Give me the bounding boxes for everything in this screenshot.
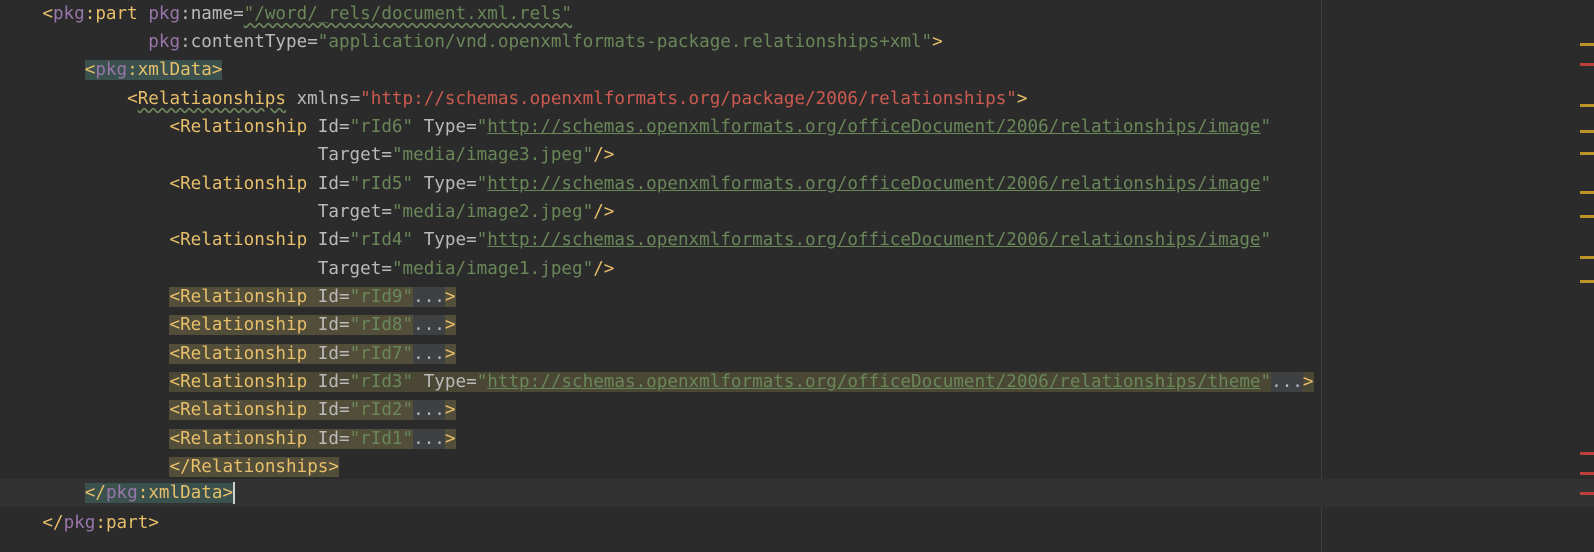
code-line-relationship-rid2-folded[interactable]: <Relationship Id="rId2"...> <box>0 396 456 424</box>
code-line-target-image1[interactable]: Target="media/image1.jpeg"/> <box>0 255 615 283</box>
code-line-content-type[interactable]: pkg:contentType="application/vnd.openxml… <box>0 28 942 56</box>
code-editor[interactable]: <pkg:part pkg:name="/word/_rels/document… <box>0 0 1594 552</box>
code-line-target-image3[interactable]: Target="media/image3.jpeg"/> <box>0 141 615 169</box>
error-marker[interactable] <box>1580 63 1594 66</box>
warning-marker[interactable] <box>1580 191 1594 194</box>
code-line-xmldata-close[interactable]: </pkg:xmlData> <box>0 479 236 507</box>
error-marker[interactable] <box>1580 472 1594 475</box>
type-url-link[interactable]: http://schemas.openxmlformats.org/office… <box>487 372 1260 392</box>
code-line-relationship-rid8-folded[interactable]: <Relationship Id="rId8"...> <box>0 311 456 339</box>
matched-tag-highlight: <pkg:xmlData> <box>84 60 223 80</box>
warning-marker[interactable] <box>1580 43 1594 46</box>
code-line-relationships-open[interactable]: <Relatiaonships xmlns="http://schemas.op… <box>0 85 1027 113</box>
warning-marker[interactable] <box>1580 215 1594 218</box>
warning-marker[interactable] <box>1580 130 1594 133</box>
folded-region-ellipsis[interactable]: ... <box>413 429 445 449</box>
warning-marker[interactable] <box>1580 256 1594 259</box>
folded-region-ellipsis[interactable]: ... <box>413 400 445 420</box>
type-url-link[interactable]: http://schemas.openxmlformats.org/office… <box>487 174 1260 194</box>
code-line-relationship-rid9-folded[interactable]: <Relationship Id="rId9"...> <box>0 283 456 311</box>
current-line-highlight <box>0 479 1594 508</box>
folded-region-ellipsis[interactable]: ... <box>1271 372 1303 392</box>
code-line-relationship-rid4[interactable]: <Relationship Id="rId4" Type="http://sch… <box>0 226 1271 254</box>
error-marker[interactable] <box>1580 452 1594 455</box>
right-margin-guide <box>1321 0 1322 552</box>
code-line-xmldata-open[interactable]: <pkg:xmlData> <box>0 56 223 84</box>
warning-marker[interactable] <box>1580 280 1594 283</box>
folded-region-ellipsis[interactable]: ... <box>413 344 445 364</box>
code-line-target-image2[interactable]: Target="media/image2.jpeg"/> <box>0 198 615 226</box>
code-line-pkg-part-open[interactable]: <pkg:part pkg:name="/word/_rels/document… <box>0 0 572 28</box>
code-line-relationship-rid3-folded[interactable]: <Relationship Id="rId3" Type="http://sch… <box>0 368 1314 396</box>
code-line-relationships-close[interactable]: </Relationships> <box>0 453 339 481</box>
code-line-relationship-rid5[interactable]: <Relationship Id="rId5" Type="http://sch… <box>0 170 1271 198</box>
code-line-relationship-rid7-folded[interactable]: <Relationship Id="rId7"...> <box>0 340 456 368</box>
warning-marker[interactable] <box>1580 152 1594 155</box>
folded-region-ellipsis[interactable]: ... <box>413 315 445 335</box>
type-url-link[interactable]: http://schemas.openxmlformats.org/office… <box>487 230 1260 250</box>
type-url-link[interactable]: http://schemas.openxmlformats.org/office… <box>487 117 1260 137</box>
warning-marker[interactable] <box>1580 104 1594 107</box>
text-caret <box>233 482 236 504</box>
matched-tag-highlight: </pkg:xmlData> <box>84 483 234 503</box>
code-line-relationship-rid6[interactable]: <Relationship Id="rId6" Type="http://sch… <box>0 113 1271 141</box>
error-marker[interactable] <box>1580 492 1594 495</box>
code-line-relationship-rid1-folded[interactable]: <Relationship Id="rId1"...> <box>0 425 456 453</box>
code-line-pkg-part-close[interactable]: </pkg:part> <box>0 509 159 537</box>
folded-region-ellipsis[interactable]: ... <box>413 287 445 307</box>
